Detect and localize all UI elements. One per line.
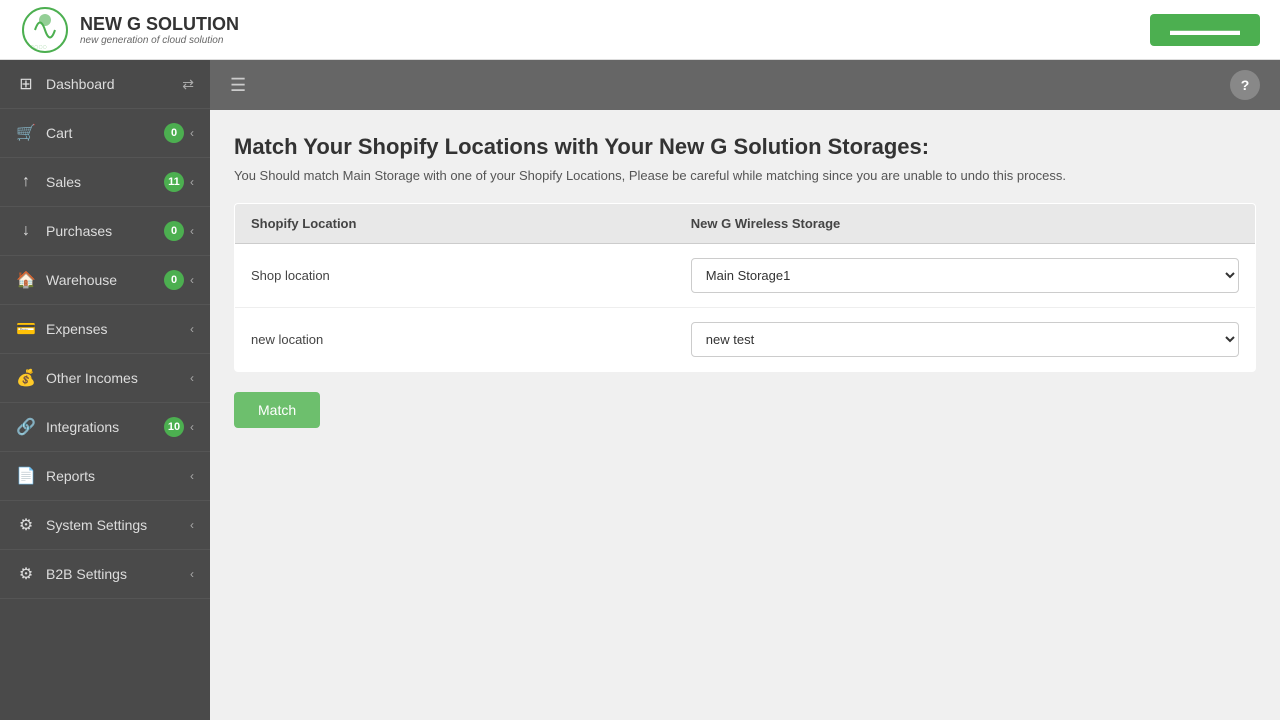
- sales-icon: ↑: [16, 172, 36, 192]
- sales-arrow: ‹: [190, 175, 194, 189]
- sidebar-label-system-settings: System Settings: [46, 517, 147, 533]
- page-subtitle: You Should match Main Storage with one o…: [234, 168, 1256, 183]
- storage-select-0[interactable]: Main Storage1new test: [691, 258, 1239, 293]
- integrations-arrow: ‹: [190, 420, 194, 434]
- logo-subtitle: new generation of cloud solution: [80, 35, 239, 46]
- reports-icon: 📄: [16, 466, 36, 486]
- purchases-arrow: ‹: [190, 224, 194, 238]
- sales-badge: 11: [164, 172, 184, 192]
- sidebar-item-other-incomes[interactable]: 💰 Other Incomes ‹: [0, 354, 210, 403]
- header-action-button[interactable]: ▬▬▬▬▬: [1150, 14, 1260, 46]
- logo-title: NEW G SOLUTION: [80, 14, 239, 35]
- sidebar-label-sales: Sales: [46, 174, 81, 190]
- logo-icon: ◌◌◌◌: [20, 5, 70, 55]
- header: ◌◌◌◌ NEW G SOLUTION new generation of cl…: [0, 0, 1280, 60]
- shopify-location-cell: Shop location: [235, 244, 675, 308]
- table-row: Shop location Main Storage1new test: [235, 244, 1256, 308]
- content-area: Match Your Shopify Locations with Your N…: [210, 110, 1280, 720]
- expenses-icon: 💳: [16, 319, 36, 339]
- sidebar-item-expenses[interactable]: 💳 Expenses ‹: [0, 305, 210, 354]
- sidebar-item-cart[interactable]: 🛒 Cart 0 ‹: [0, 109, 210, 158]
- sidebar-label-cart: Cart: [46, 125, 72, 141]
- sidebar-label-other-incomes: Other Incomes: [46, 370, 138, 386]
- sidebar-item-sales[interactable]: ↑ Sales 11 ‹: [0, 158, 210, 207]
- other-incomes-icon: 💰: [16, 368, 36, 388]
- sidebar: ⊞ Dashboard ⇄ 🛒 Cart 0 ‹ ↑ Sales 11 ‹: [0, 60, 210, 720]
- sidebar-label-warehouse: Warehouse: [46, 272, 117, 288]
- sidebar-label-integrations: Integrations: [46, 419, 119, 435]
- body-layout: ⊞ Dashboard ⇄ 🛒 Cart 0 ‹ ↑ Sales 11 ‹: [0, 60, 1280, 720]
- storage-select-1[interactable]: Main Storage1new test: [691, 322, 1239, 357]
- system-settings-icon: ⚙: [16, 515, 36, 535]
- storage-cell: Main Storage1new test: [675, 308, 1256, 372]
- match-table: Shopify Location New G Wireless Storage …: [234, 203, 1256, 372]
- purchases-badge: 0: [164, 221, 184, 241]
- logo: ◌◌◌◌ NEW G SOLUTION new generation of cl…: [20, 5, 239, 55]
- topbar-right: ?: [1230, 70, 1260, 100]
- sidebar-label-purchases: Purchases: [46, 223, 112, 239]
- main-content: ☰ ? Match Your Shopify Locations with Yo…: [210, 60, 1280, 720]
- sidebar-item-reports[interactable]: 📄 Reports ‹: [0, 452, 210, 501]
- sidebar-item-dashboard[interactable]: ⊞ Dashboard ⇄: [0, 60, 210, 109]
- b2b-settings-arrow: ‹: [190, 567, 194, 581]
- sidebar-item-warehouse[interactable]: 🏠 Warehouse 0 ‹: [0, 256, 210, 305]
- topbar-left: ☰: [230, 75, 246, 96]
- sidebar-item-purchases[interactable]: ↓ Purchases 0 ‹: [0, 207, 210, 256]
- sidebar-label-b2b-settings: B2B Settings: [46, 566, 127, 582]
- other-incomes-arrow: ‹: [190, 371, 194, 385]
- b2b-settings-icon: ⚙: [16, 564, 36, 584]
- integrations-badge: 10: [164, 417, 184, 437]
- logo-text: NEW G SOLUTION new generation of cloud s…: [80, 14, 239, 46]
- page-title: Match Your Shopify Locations with Your N…: [234, 134, 1256, 160]
- table-row: new location Main Storage1new test: [235, 308, 1256, 372]
- topbar: ☰ ?: [210, 60, 1280, 110]
- sidebar-label-expenses: Expenses: [46, 321, 107, 337]
- col-shopify-location: Shopify Location: [235, 204, 675, 244]
- shopify-location-cell: new location: [235, 308, 675, 372]
- warehouse-arrow: ‹: [190, 273, 194, 287]
- storage-cell: Main Storage1new test: [675, 244, 1256, 308]
- sidebar-item-system-settings[interactable]: ⚙ System Settings ‹: [0, 501, 210, 550]
- cart-icon: 🛒: [16, 123, 36, 143]
- warehouse-icon: 🏠: [16, 270, 36, 290]
- swap-icon[interactable]: ⇄: [182, 76, 194, 93]
- purchases-icon: ↓: [16, 221, 36, 241]
- match-button[interactable]: Match: [234, 392, 320, 428]
- cart-arrow: ‹: [190, 126, 194, 140]
- col-storage: New G Wireless Storage: [675, 204, 1256, 244]
- expenses-arrow: ‹: [190, 322, 194, 336]
- cart-badge: 0: [164, 123, 184, 143]
- system-settings-arrow: ‹: [190, 518, 194, 532]
- svg-text:◌◌◌◌: ◌◌◌◌: [30, 44, 47, 51]
- sidebar-label-dashboard: Dashboard: [46, 76, 115, 92]
- sidebar-item-integrations[interactable]: 🔗 Integrations 10 ‹: [0, 403, 210, 452]
- sidebar-label-reports: Reports: [46, 468, 95, 484]
- header-right: ▬▬▬▬▬: [1150, 14, 1260, 46]
- sidebar-item-b2b-settings[interactable]: ⚙ B2B Settings ‹: [0, 550, 210, 599]
- integrations-icon: 🔗: [16, 417, 36, 437]
- reports-arrow: ‹: [190, 469, 194, 483]
- help-button[interactable]: ?: [1230, 70, 1260, 100]
- warehouse-badge: 0: [164, 270, 184, 290]
- dashboard-icon: ⊞: [16, 74, 36, 94]
- menu-icon[interactable]: ☰: [230, 75, 246, 96]
